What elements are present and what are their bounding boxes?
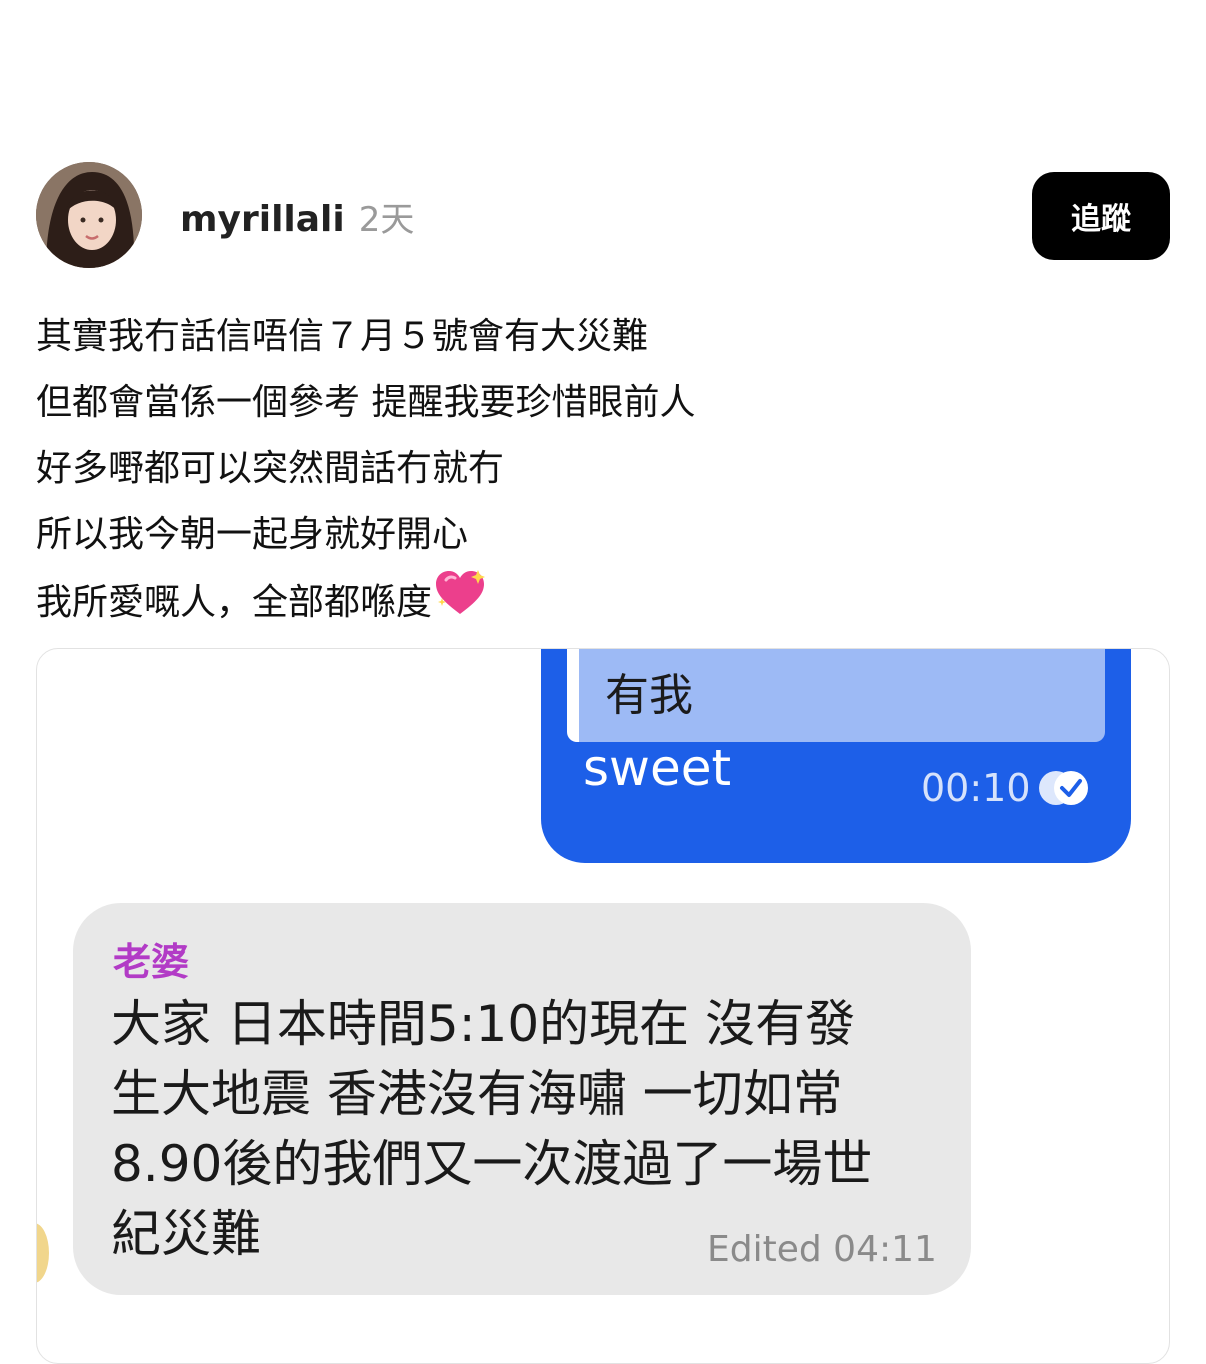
edited-timestamp: Edited 04:11 (707, 1229, 937, 1270)
read-double-check-icon (1035, 766, 1095, 810)
caption-line-last: 我所愛嘅人，全部都喺度 (36, 568, 1036, 634)
follow-button[interactable]: 追蹤 (1032, 172, 1170, 260)
post-header: myrillali 2天 (180, 192, 414, 240)
post-caption: 其實我冇話信唔信７月５號會有大災難 但都會當係一個參考 提醒我要珍惜眼前人 好多… (36, 304, 1036, 634)
incoming-message-bubble: 老婆 大家 日本時間5:10的現在 沒有發 生大地震 香港沒有海嘯 一切如常 8… (73, 903, 971, 1295)
username[interactable]: myrillali (180, 199, 345, 240)
avatar[interactable] (36, 162, 142, 268)
sparkling-heart-icon (434, 568, 486, 640)
message-line: 8.90後的我們又一次渡過了一場世 (111, 1135, 873, 1193)
outgoing-message-time: 00:10 (921, 766, 1031, 810)
post-time: 2天 (358, 200, 415, 240)
caption-line: 但都會當係一個參考 提醒我要珍惜眼前人 (36, 382, 696, 423)
caption-line-text: 我所愛嘅人，全部都喺度 (36, 582, 433, 623)
quoted-text: 有我 (605, 670, 693, 721)
partial-avatar (37, 1223, 49, 1283)
quoted-reply-box: 有我 (567, 649, 1105, 742)
caption-line: 好多嘢都可以突然間話冇就冇 (36, 448, 505, 489)
message-line: 生大地震 香港沒有海嘯 一切如常 (111, 1065, 843, 1123)
outgoing-message-bubble: 有我 sweet 00:10 (541, 649, 1131, 863)
message-line: 大家 日本時間5:10的現在 沒有發 (111, 995, 856, 1053)
caption-line: 其實我冇話信唔信７月５號會有大災難 (36, 316, 649, 357)
caption-line: 所以我今朝一起身就好開心 (36, 514, 469, 555)
avatar-photo (36, 162, 142, 268)
sender-name: 老婆 (113, 940, 190, 984)
outgoing-message-text: sweet (583, 739, 732, 797)
post-image[interactable]: 有我 sweet 00:10 老婆 大家 日本時間5:10的現在 沒有發 生大地… (36, 648, 1170, 1364)
incoming-message-text: 大家 日本時間5:10的現在 沒有發 生大地震 香港沒有海嘯 一切如常 8.90… (111, 989, 951, 1269)
